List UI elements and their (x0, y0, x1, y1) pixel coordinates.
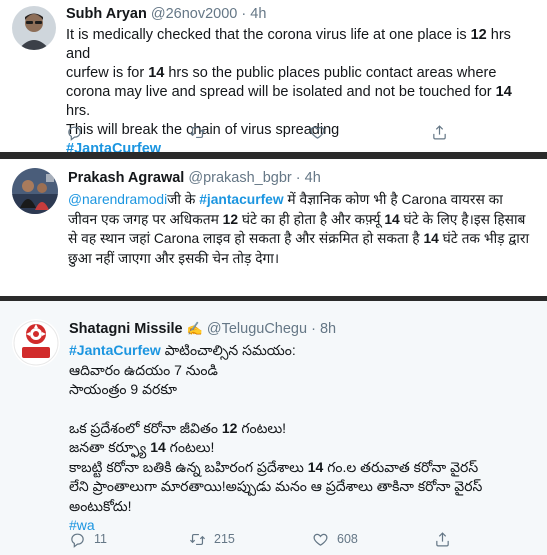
tweet-line: #JantaCurfew పాటించాల్సిన సమయం: (69, 342, 296, 358)
like-button[interactable]: 608 (312, 531, 358, 548)
separator-dot: · (241, 6, 251, 22)
like-button[interactable] (309, 124, 326, 141)
hashtag-link[interactable]: #jantacurfew (199, 192, 283, 207)
tweet-line: లేని ప్రాంతాలుగా మారతాయి!అప్పుడు మనం ఆ ప… (69, 478, 483, 494)
tweet-card-shatagni-missile[interactable]: Shatagni Missile ✍️ @TeluguChegu · 8h #J… (0, 301, 547, 555)
reply-icon (71, 533, 84, 548)
tweet-line: జనతా కర్ఫ్యూ 14 గంటలు! (69, 439, 215, 455)
tweet-line: సాయంత్రం 9 వరకూ (69, 381, 178, 397)
share-button[interactable] (434, 531, 451, 548)
hashtag-link[interactable]: #JantaCurfew (69, 342, 161, 358)
display-name[interactable]: Shatagni Missile (69, 321, 183, 337)
tweet-actions (66, 122, 536, 142)
tweet-line: curfew is for 14 hrs so the public place… (66, 65, 497, 81)
retweet-button[interactable] (189, 124, 206, 141)
tweet-line: @narendramodiजी के #jantacurfew में वैज्… (68, 192, 503, 207)
display-name[interactable]: Subh Aryan (66, 6, 147, 22)
separator-dot: · (311, 321, 320, 337)
timestamp[interactable]: 8h (320, 321, 336, 337)
like-icon (313, 533, 328, 546)
share-icon (433, 124, 446, 139)
avatar[interactable] (12, 6, 56, 50)
display-name[interactable]: Prakash Agrawal (68, 170, 184, 186)
reply-button[interactable] (66, 124, 83, 141)
handle[interactable]: @TeluguChegu (207, 321, 307, 337)
handle[interactable]: @26nov2000 (151, 6, 237, 22)
share-button[interactable] (431, 124, 448, 141)
timestamp[interactable]: 4h (250, 6, 266, 22)
reply-button[interactable]: 11 (69, 531, 107, 548)
timestamp[interactable]: 4h (305, 170, 321, 186)
tweet-line: से वह स्थान जहां Carona लाइव हो सकता है … (68, 231, 530, 246)
tweet-line: छुआ नहीं जाएगा और इसकी चेन तोड़ देगा। (68, 250, 280, 266)
tweet-line: It is medically checked that the corona … (66, 27, 511, 62)
like-count: 608 (337, 532, 358, 546)
reply-count: 11 (94, 532, 107, 546)
separator-dot: · (295, 170, 305, 186)
tweet-card-subh-aryan[interactable]: Subh Aryan @26nov2000 · 4h It is medical… (0, 0, 547, 152)
tweet-card-prakash-agrawal[interactable]: Prakash Agrawal @prakash_bgbr · 4h @nare… (0, 159, 547, 296)
avatar-logo[interactable] (12, 319, 60, 367)
tweet-actions: 11 215 608 (69, 529, 539, 549)
tweet-line: అంటుకోదు! (69, 497, 132, 514)
avatar[interactable] (12, 168, 58, 214)
like-icon (310, 126, 325, 139)
handle[interactable]: @prakash_bgbr (188, 170, 291, 186)
reply-icon (68, 126, 81, 141)
retweet-icon (189, 533, 206, 545)
tweet-line: जीवन एक जगह पर अधिकतम 12 घंटे का ही होता… (68, 211, 526, 227)
writing-hand-icon: ✍️ (186, 321, 203, 336)
tweet-line: ఒక ప్రదేశంలో కరోనా జీవితం 12 గంటలు! (69, 419, 287, 436)
retweet-count: 215 (214, 532, 235, 546)
hashtag-link[interactable]: #JantaCurfew (66, 141, 161, 152)
tweet-line: కాబట్టి కరోనా బతికి ఉన్న బహిరంగ ప్రదేశాల… (69, 458, 479, 475)
mention-link[interactable]: @narendramodi (68, 192, 167, 207)
retweet-icon (189, 126, 206, 138)
tweet-line: corona may live and spread will be isola… (66, 84, 512, 119)
share-icon (436, 531, 449, 546)
tweet-text: #JantaCurfew పాటించాల్సిన సమయం: ఆదివారం … (69, 341, 537, 536)
tweet-text: @narendramodiजी के #jantacurfew में वैज्… (68, 190, 537, 268)
retweet-button[interactable]: 215 (189, 531, 235, 548)
tweet-line: ఆదివారం ఉదయం 7 నుండి (69, 361, 218, 378)
